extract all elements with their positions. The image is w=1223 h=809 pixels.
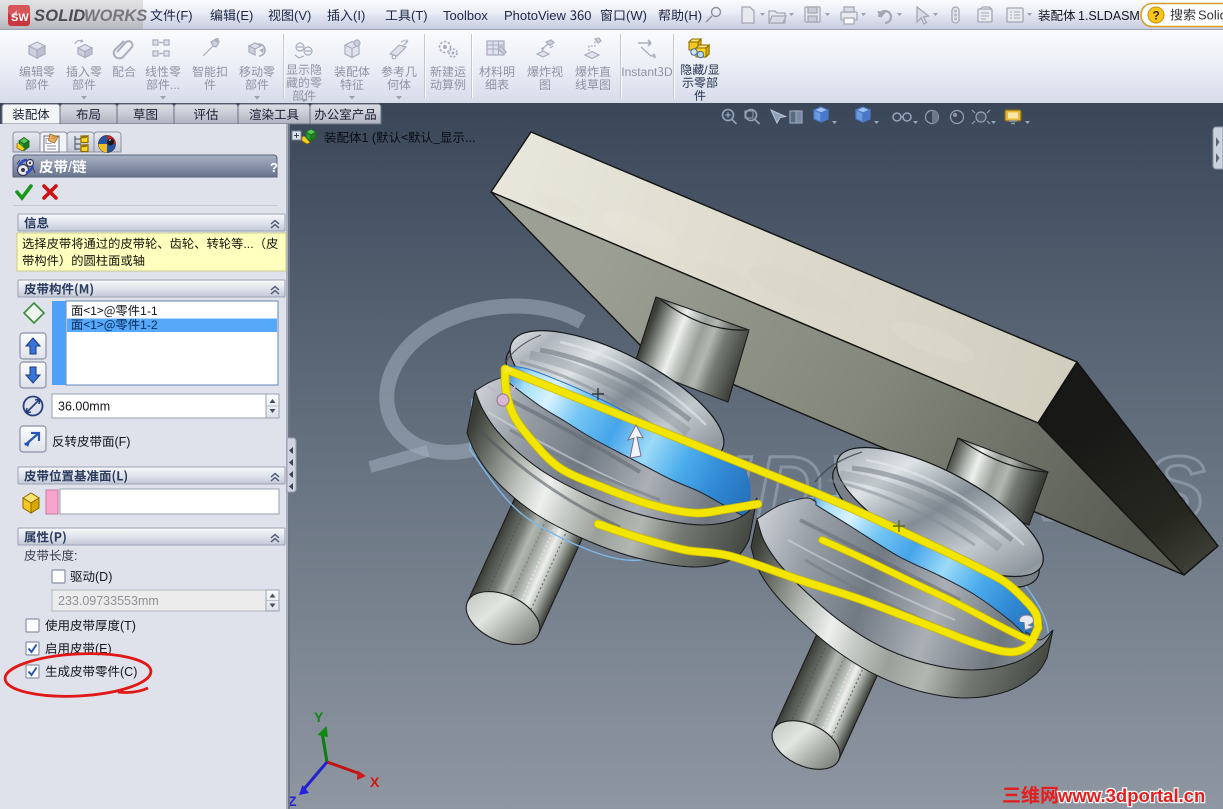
svg-text:SW: SW xyxy=(11,12,29,24)
svg-text:(H): (H) xyxy=(684,8,702,23)
svg-text::: : xyxy=(74,549,77,563)
svg-text:www.3dportal.cn: www.3dportal.cn xyxy=(1057,785,1205,806)
svg-text:36.00mm: 36.00mm xyxy=(58,400,110,414)
svg-text:1-2: 1-2 xyxy=(140,318,158,332)
svg-text:D: D xyxy=(664,65,673,79)
svg-text:?: ? xyxy=(270,160,278,175)
svg-text:PhotoView: PhotoView xyxy=(504,8,567,23)
svg-text:(F): (F) xyxy=(176,8,193,23)
svg-text:SolidW: SolidW xyxy=(1198,8,1223,23)
svg-text:X: X xyxy=(370,774,380,790)
svg-text:?: ? xyxy=(1153,9,1160,23)
svg-text:(T): (T) xyxy=(120,619,136,633)
svg-text:Instant: Instant xyxy=(621,65,658,79)
svg-text:1: 1 xyxy=(90,318,97,332)
svg-text:1-1: 1-1 xyxy=(140,304,158,318)
svg-text:0: 0 xyxy=(584,8,591,23)
svg-text:(F): (F) xyxy=(115,435,131,449)
svg-text:WORKS: WORKS xyxy=(84,7,147,25)
svg-text:(C): (C) xyxy=(120,665,137,679)
svg-text:1.SLDASM *: 1.SLDASM * xyxy=(1078,9,1148,23)
svg-text:...: ... xyxy=(243,237,253,251)
svg-text:Toolbox: Toolbox xyxy=(443,8,488,23)
svg-text:(E): (E) xyxy=(236,8,253,23)
svg-text:(T): (T) xyxy=(411,8,428,23)
svg-text:1 (: 1 ( xyxy=(362,131,377,145)
svg-text:Y: Y xyxy=(314,709,324,725)
svg-text:...: ... xyxy=(170,78,180,92)
svg-text:SOLID: SOLID xyxy=(34,7,85,25)
svg-text:1: 1 xyxy=(90,304,97,318)
svg-text:(I): (I) xyxy=(353,8,365,23)
svg-text:(V): (V) xyxy=(294,8,311,23)
svg-text:...: ... xyxy=(465,131,475,145)
svg-text:(D): (D) xyxy=(95,570,112,584)
svg-text:233.09733553mm: 233.09733553mm xyxy=(58,594,159,608)
svg-text:(W): (W) xyxy=(626,8,647,23)
